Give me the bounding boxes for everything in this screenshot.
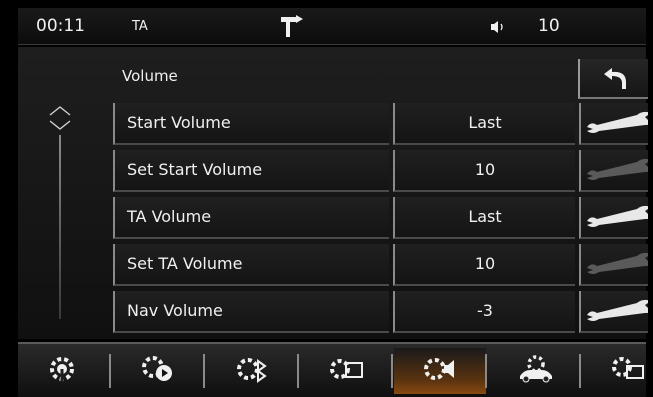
settings-panel: Volume Start Volume Last Set Start Volum… (18, 47, 648, 339)
setting-label-cell[interactable]: Set TA Volume (113, 244, 389, 286)
wrench-button[interactable] (579, 150, 648, 192)
back-arrow-icon (604, 68, 626, 89)
wrench-icon (587, 111, 648, 133)
status-bar: 00:11 TA 10 (18, 8, 646, 45)
gear-speaker-icon (424, 358, 454, 380)
wrench-button[interactable] (579, 197, 648, 239)
wrench-icon (587, 158, 648, 180)
ta-indicator: TA (132, 19, 148, 34)
setting-label-cell[interactable]: Nav Volume (113, 291, 389, 333)
wrench-icon (587, 252, 648, 274)
setting-value: Last (468, 113, 502, 132)
setting-value-cell[interactable]: Last (393, 103, 575, 145)
tab-media-settings[interactable] (112, 348, 205, 394)
setting-value-cell[interactable]: 10 (393, 150, 575, 192)
turn-right-icon (278, 13, 308, 39)
setting-label-cell[interactable]: Set Start Volume (113, 150, 389, 192)
setting-label-cell[interactable]: TA Volume (113, 197, 389, 239)
wrench-icon (587, 205, 648, 227)
setting-label: Set Start Volume (127, 160, 263, 179)
speaker-icon (490, 19, 506, 33)
gear-car-icon (520, 355, 552, 383)
clock: 00:11 (36, 16, 85, 36)
setting-row-nav-volume[interactable]: Nav Volume -3 (113, 291, 648, 335)
setting-value: 10 (474, 160, 496, 179)
tab-vehicle-settings[interactable] (488, 348, 581, 394)
wrench-button[interactable] (579, 103, 648, 145)
setting-value-cell[interactable]: 10 (393, 244, 575, 286)
setting-row-ta-volume[interactable]: TA Volume Last (113, 197, 648, 241)
section-title: Volume (122, 67, 178, 85)
chevron-down-icon[interactable] (46, 117, 74, 133)
setting-value-cell[interactable]: -3 (393, 291, 575, 333)
scrollbar[interactable] (42, 103, 78, 323)
setting-row-set-start-volume[interactable]: Set Start Volume 10 (113, 150, 648, 194)
setting-value: -3 (477, 301, 493, 320)
scroll-track[interactable] (59, 135, 61, 319)
screen: 00:11 TA 10 Volume Start Volume Last Set… (0, 0, 653, 397)
setting-value-cell[interactable]: Last (393, 197, 575, 239)
tab-display-settings[interactable] (300, 348, 393, 394)
setting-value: 10 (474, 254, 496, 273)
wrench-button[interactable] (579, 244, 648, 286)
volume-level: 10 (538, 16, 560, 36)
tab-screen-settings[interactable] (582, 348, 653, 394)
setting-label: Set TA Volume (127, 254, 243, 273)
setting-row-start-volume[interactable]: Start Volume Last (113, 103, 648, 147)
setting-label: Start Volume (127, 113, 231, 132)
setting-label: TA Volume (127, 207, 212, 226)
gear-play-icon (142, 356, 172, 381)
gear-display-icon (330, 359, 363, 379)
setting-label: Nav Volume (127, 301, 223, 320)
tab-volume-settings[interactable] (394, 348, 487, 394)
wrench-button[interactable] (579, 291, 648, 333)
gear-screen-icon (612, 357, 644, 379)
wrench-icon (587, 299, 648, 321)
back-button[interactable] (578, 59, 648, 99)
tab-bluetooth-settings[interactable] (206, 348, 299, 394)
setting-row-set-ta-volume[interactable]: Set TA Volume 10 (113, 244, 648, 288)
settings-tab-bar (18, 342, 646, 397)
tab-antenna-settings[interactable] (18, 348, 111, 394)
setting-value: Last (468, 207, 502, 226)
gear-antenna-icon (50, 357, 74, 382)
setting-label-cell[interactable]: Start Volume (113, 103, 389, 145)
gear-bluetooth-icon (237, 358, 267, 383)
